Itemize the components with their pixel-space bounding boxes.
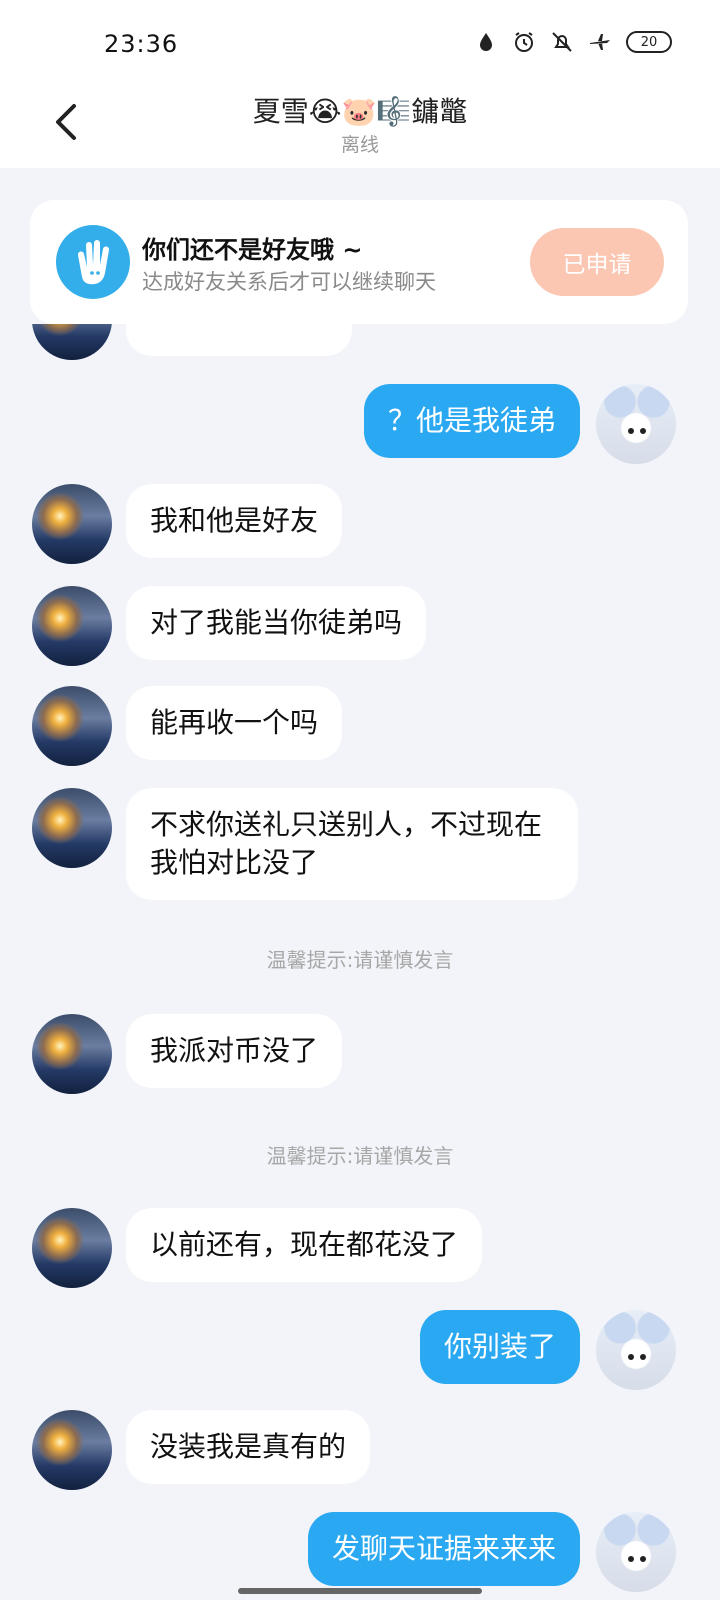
applied-button[interactable]: 已申请 xyxy=(530,228,664,296)
message-bubble-incoming[interactable]: 能再收一个吗 xyxy=(126,686,343,760)
message-bubble-incoming[interactable]: 我和他是好友 xyxy=(126,484,343,558)
message-list[interactable]: ？他是我徒弟 我和他是好友 对了我能当你徒弟吗 能再收一个吗 不求你送礼只送别人… xyxy=(0,324,720,1600)
airplane-mode-icon xyxy=(590,34,610,50)
contact-avatar[interactable] xyxy=(32,484,112,564)
message-bubble-cut xyxy=(126,324,352,356)
notice-title: 你们还不是好友哦 ~ xyxy=(142,236,363,264)
system-tip: 温馨提示:请谨慎发言 xyxy=(266,1144,454,1168)
message-bubble-incoming[interactable]: 不求你送礼只送别人，不过现在我怕对比没了 xyxy=(126,788,578,900)
message-bubble-incoming[interactable]: 我派对币没了 xyxy=(126,1014,343,1088)
contact-avatar[interactable] xyxy=(32,1410,112,1490)
contact-name: 夏雪😭🐷🎼鏞鼈 xyxy=(252,95,468,128)
contact-avatar[interactable] xyxy=(32,686,112,766)
battery-indicator: 20 xyxy=(626,31,672,53)
message-bubble-incoming[interactable]: 没装我是真有的 xyxy=(126,1410,371,1484)
not-friends-notice: 你们还不是好友哦 ~ 达成好友关系后才可以继续聊天 已申请 xyxy=(30,200,688,324)
contact-avatar[interactable] xyxy=(32,324,112,360)
contact-avatar[interactable] xyxy=(32,1208,112,1288)
message-bubble-outgoing[interactable]: ？他是我徒弟 xyxy=(363,384,580,458)
status-bar: 23:36 20 xyxy=(0,0,720,90)
contact-avatar[interactable] xyxy=(32,1014,112,1094)
alarm-clock-icon xyxy=(515,32,533,52)
home-indicator[interactable] xyxy=(238,1588,482,1594)
wave-hand-icon xyxy=(56,225,130,299)
chat-header: 夏雪😭🐷🎼鏞鼈 离线 xyxy=(0,90,720,168)
notice-subtitle: 达成好友关系后才可以继续聊天 xyxy=(142,270,436,294)
self-avatar[interactable] xyxy=(596,1310,676,1390)
system-tip: 温馨提示:请谨慎发言 xyxy=(266,948,454,972)
self-avatar[interactable] xyxy=(596,384,676,464)
status-time: 23:36 xyxy=(104,30,179,58)
message-bubble-incoming[interactable]: 对了我能当你徒弟吗 xyxy=(126,586,427,660)
water-drop-icon xyxy=(480,33,492,51)
message-bubble-incoming[interactable]: 以前还有，现在都花没了 xyxy=(126,1208,483,1282)
contact-avatar[interactable] xyxy=(32,586,112,666)
message-bubble-outgoing[interactable]: 你别装了 xyxy=(419,1310,580,1384)
contact-avatar[interactable] xyxy=(32,788,112,868)
message-bubble-outgoing[interactable]: 发聊天证据来来来 xyxy=(307,1512,580,1586)
bell-muted-icon xyxy=(552,32,572,52)
status-icons: 20 xyxy=(474,30,672,54)
self-avatar[interactable] xyxy=(596,1512,676,1592)
online-status: 离线 xyxy=(340,134,379,156)
